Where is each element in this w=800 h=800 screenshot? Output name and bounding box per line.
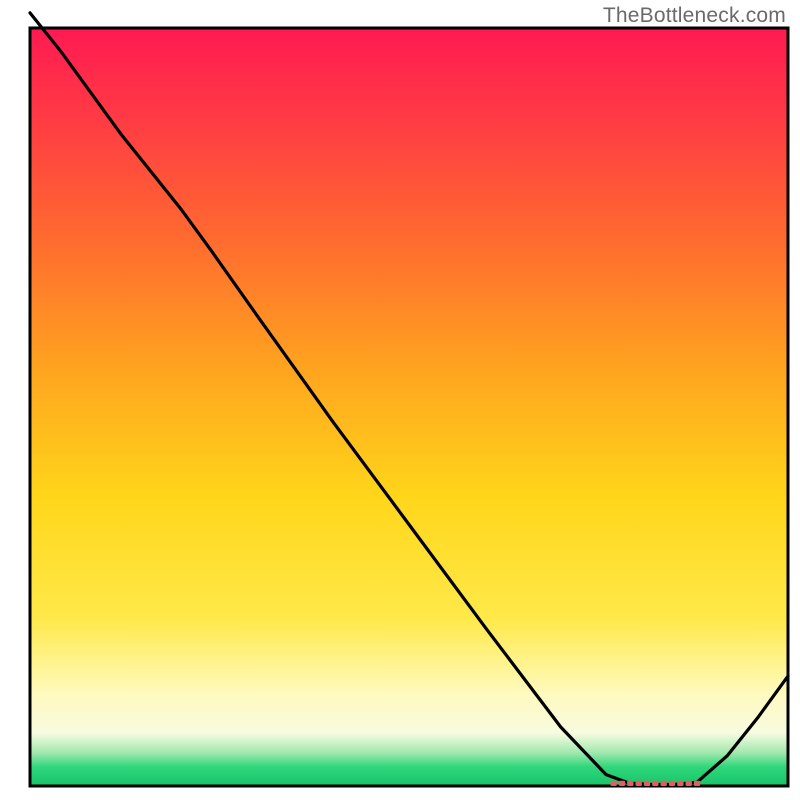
optimal-marker: [635, 781, 641, 786]
optimal-marker: [652, 781, 658, 786]
chart-container: TheBottleneck.com: [0, 0, 800, 800]
optimal-marker: [686, 781, 692, 786]
optimal-marker: [610, 781, 616, 786]
optimal-marker: [677, 781, 683, 786]
optimal-marker: [627, 781, 633, 786]
optimal-marker: [619, 781, 625, 786]
optimal-marker: [660, 781, 666, 786]
bottleneck-chart: [0, 0, 800, 800]
optimal-marker: [694, 781, 700, 786]
optimal-marker: [644, 781, 650, 786]
optimal-marker: [669, 781, 675, 786]
watermark-text: TheBottleneck.com: [603, 4, 786, 28]
gradient-background: [30, 28, 788, 786]
